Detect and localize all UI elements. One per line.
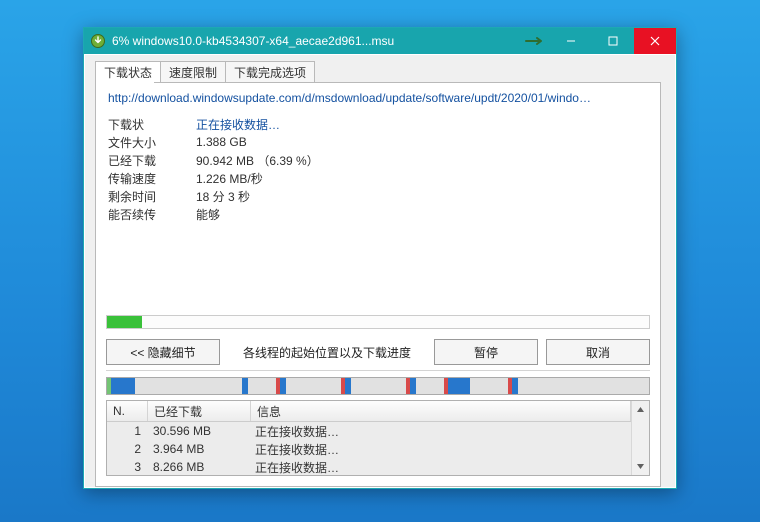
segment [286,378,341,394]
tab-speed-label: 速度限制 [169,64,217,81]
cell-n: 3 [107,460,147,474]
hide-details-button[interactable]: << 隐藏细节 [106,339,220,365]
col-info-header[interactable]: 信息 [251,401,631,421]
pause-button[interactable]: 暂停 [434,339,538,365]
tab-complete-label: 下载完成选项 [234,64,306,81]
threads-table: N. 已经下载 信息 130.596 MB正在接收数据…23.964 MB正在接… [106,400,650,476]
tab-panel: http://download.windowsupdate.com/d/msdo… [95,82,661,487]
cancel-label: 取消 [586,344,610,361]
table-row[interactable]: 130.596 MB正在接收数据… [107,422,631,440]
segment [135,378,243,394]
threads-body: 130.596 MB正在接收数据…23.964 MB正在接收数据…38.266 … [107,422,631,475]
size-value: 1.388 GB [196,135,247,149]
segment [248,378,276,394]
downloaded-value: 90.942 MB （6.39 %） [196,152,319,169]
stats-block: 下载状正在接收数据… 文件大小1.388 GB 已经下载90.942 MB （6… [108,115,319,223]
segment [470,378,508,394]
maximize-button[interactable] [592,28,634,54]
cell-info: 正在接收数据… [249,423,631,440]
tab-complete-options[interactable]: 下载完成选项 [225,61,315,82]
cell-info: 正在接收数据… [249,459,631,476]
cell-downloaded: 30.596 MB [147,424,249,438]
titlebar[interactable]: 6% windows10.0-kb4534307-x64_aecae2d961.… [84,28,676,54]
tabs: 下载状态 速度限制 下载完成选项 [95,62,314,82]
cell-info: 正在接收数据… [249,441,631,458]
client-area: 下载状态 速度限制 下载完成选项 http://download.windows… [85,55,675,487]
speed-arrow-icon [520,28,550,54]
col-downloaded-header[interactable]: 已经下载 [148,401,251,421]
app-icon [90,33,106,49]
table-row[interactable]: 38.266 MB正在接收数据… [107,458,631,475]
segment [448,378,470,394]
progress-fill [107,316,142,328]
segment [416,378,444,394]
status-value: 正在接收数据… [196,116,280,133]
threads-header: N. 已经下载 信息 [107,401,631,422]
overall-progress [106,315,650,329]
remaining-value: 18 分 3 秒 [196,188,250,205]
cell-n: 1 [107,424,147,438]
table-row[interactable]: 23.964 MB正在接收数据… [107,440,631,458]
tab-speed-limit[interactable]: 速度限制 [160,61,226,82]
segment [518,378,649,394]
scroll-down-icon[interactable] [632,458,649,475]
tab-status-label: 下载状态 [104,64,152,81]
download-url: http://download.windowsupdate.com/d/msdo… [108,91,648,105]
cancel-button[interactable]: 取消 [546,339,650,365]
resume-value: 能够 [196,206,220,223]
cell-downloaded: 3.964 MB [147,442,249,456]
segment [351,378,406,394]
downloaded-label: 已经下载 [108,152,196,169]
hide-details-label: << 隐藏细节 [130,344,195,361]
threads-scrollbar[interactable] [631,401,649,475]
divider [106,370,650,371]
download-window: 6% windows10.0-kb4534307-x64_aecae2d961.… [83,27,677,489]
cell-n: 2 [107,442,147,456]
segment-bar [106,377,650,395]
status-label: 下载状 [108,116,196,133]
minimize-button[interactable] [550,28,592,54]
speed-label: 传输速度 [108,170,196,187]
size-label: 文件大小 [108,134,196,151]
resume-label: 能否续传 [108,206,196,223]
threads-caption: 各线程的起始位置以及下载进度 [220,344,434,361]
window-title: 6% windows10.0-kb4534307-x64_aecae2d961.… [112,34,394,48]
close-button[interactable] [634,28,676,54]
segment [111,378,134,394]
speed-value: 1.226 MB/秒 [196,170,263,187]
tab-status[interactable]: 下载状态 [95,61,161,82]
cell-downloaded: 8.266 MB [147,460,249,474]
scroll-up-icon[interactable] [632,401,649,418]
remaining-label: 剩余时间 [108,188,196,205]
col-n-header[interactable]: N. [107,401,148,421]
pause-label: 暂停 [474,344,498,361]
button-row: << 隐藏细节 各线程的起始位置以及下载进度 暂停 取消 [106,339,650,365]
